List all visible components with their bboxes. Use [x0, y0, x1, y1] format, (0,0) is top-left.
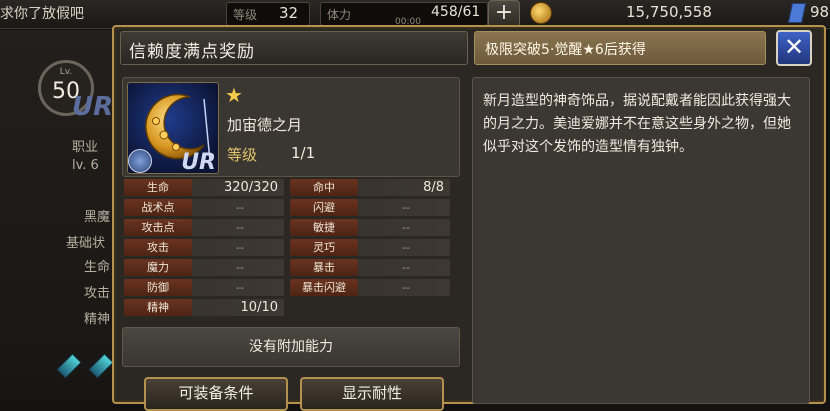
player-name: 求你了放假吧 — [0, 6, 84, 22]
stat-row: 敏捷 -- — [290, 219, 450, 236]
stat-value: -- — [402, 201, 410, 214]
bg-atk-label: 攻击 — [84, 286, 111, 301]
gem-amount: 98 — [810, 3, 830, 21]
job-level: lv. 6 — [72, 158, 99, 173]
stat-label: 敏捷 — [290, 219, 358, 236]
black-magic-label: 黑魔 — [84, 210, 111, 225]
stat-row: 魔力 -- — [124, 259, 284, 276]
stat-row: 攻击点 -- — [124, 219, 284, 236]
element-emblem-icon — [128, 149, 152, 173]
item-name: 加宙德之月 — [227, 116, 303, 134]
item-rarity-badge: UR — [181, 150, 216, 174]
stat-value: -- — [402, 261, 410, 274]
show-resistance-button[interactable]: 显示耐性 — [300, 377, 444, 411]
gold-amount: 15,750,558 — [626, 3, 712, 21]
ur-rarity-label: UR — [72, 92, 114, 122]
stat-label: 暴击闪避 — [290, 279, 358, 296]
stat-row: 战术点 -- — [124, 199, 284, 216]
stat-value: -- — [402, 221, 410, 234]
stat-value: 10/10 — [240, 300, 278, 315]
gem-icon — [787, 3, 807, 23]
item-image[interactable]: UR — [127, 82, 219, 174]
stat-value: -- — [236, 281, 244, 294]
stat-label: 暴击 — [290, 259, 358, 276]
stat-label: 攻击点 — [124, 219, 192, 236]
star-icon: ★ — [225, 83, 243, 107]
description-panel: 新月造型的神奇饰品，据说配戴者能因此获得强大的月之力。美迪爱娜并不在意这些身外之… — [472, 77, 810, 404]
base-stats-label: 基础状 — [66, 236, 106, 251]
dialog-title: 信赖度满点奖励 — [129, 42, 255, 62]
stat-row: 生命 320/320 — [124, 179, 284, 196]
stamina-box: 体力 458/61 00:00 — [320, 2, 488, 27]
stat-label: 命中 — [290, 179, 358, 196]
bg-hp-label: 生命 — [84, 260, 111, 275]
no-additional-ability: 没有附加能力 — [122, 327, 460, 367]
stat-value: -- — [402, 281, 410, 294]
stat-row: 命中 8/8 — [290, 179, 450, 196]
level-value: 32 — [279, 4, 299, 22]
close-button[interactable]: ✕ — [776, 30, 812, 66]
stat-row: 攻击 -- — [124, 239, 284, 256]
stamina-label: 体力 — [327, 8, 352, 22]
stamina-value: 458/61 — [431, 4, 481, 20]
stat-row: 闪避 -- — [290, 199, 450, 216]
reward-dialog: 信赖度满点奖励 极限突破5·觉醒★6后获得 ✕ UR ★ 加宙德之月 等级 1/… — [112, 25, 826, 411]
stat-value: 8/8 — [423, 180, 444, 195]
stat-label: 精神 — [124, 299, 192, 316]
stat-label: 灵巧 — [290, 239, 358, 256]
item-level-label: 等级 — [227, 146, 258, 164]
item-card: UR ★ 加宙德之月 等级 1/1 — [122, 77, 460, 177]
stat-row: 灵巧 -- — [290, 239, 450, 256]
bg-spirit-label: 精神 — [84, 312, 111, 327]
stat-label: 魔力 — [124, 259, 192, 276]
stat-row: 暴击闪避 -- — [290, 279, 450, 296]
obtain-condition-bar: 极限突破5·觉醒★6后获得 — [474, 31, 766, 65]
gold-coin-icon — [530, 2, 552, 24]
stat-row: 精神 10/10 — [124, 299, 284, 316]
stat-value: -- — [236, 221, 244, 234]
level-label: 等级 — [233, 8, 258, 22]
item-level-value: 1/1 — [291, 144, 316, 162]
stat-label: 生命 — [124, 179, 192, 196]
stat-label: 闪避 — [290, 199, 358, 216]
stat-label: 战术点 — [124, 199, 192, 216]
dialog-title-bar: 信赖度满点奖励 — [120, 31, 468, 65]
stat-value: -- — [402, 241, 410, 254]
equip-conditions-button[interactable]: 可装备条件 — [144, 377, 288, 411]
stat-value: -- — [236, 261, 244, 274]
stat-value: -- — [236, 201, 244, 214]
stat-label: 防御 — [124, 279, 192, 296]
lv-label: Lv. — [59, 67, 73, 77]
stat-label: 攻击 — [124, 239, 192, 256]
stat-value: -- — [236, 241, 244, 254]
obtain-condition: 极限突破5·觉醒★6后获得 — [485, 42, 646, 58]
stat-row: 防御 -- — [124, 279, 284, 296]
job-label: 职业 — [72, 140, 99, 155]
stat-value: 320/320 — [223, 180, 278, 195]
level-box: 等级 32 — [226, 2, 310, 26]
item-description: 新月造型的神奇饰品，据说配戴者能因此获得强大的月之力。美迪爱娜并不在意这些身外之… — [483, 93, 791, 155]
stat-row: 暴击 -- — [290, 259, 450, 276]
add-stamina-button[interactable]: + — [488, 0, 520, 28]
